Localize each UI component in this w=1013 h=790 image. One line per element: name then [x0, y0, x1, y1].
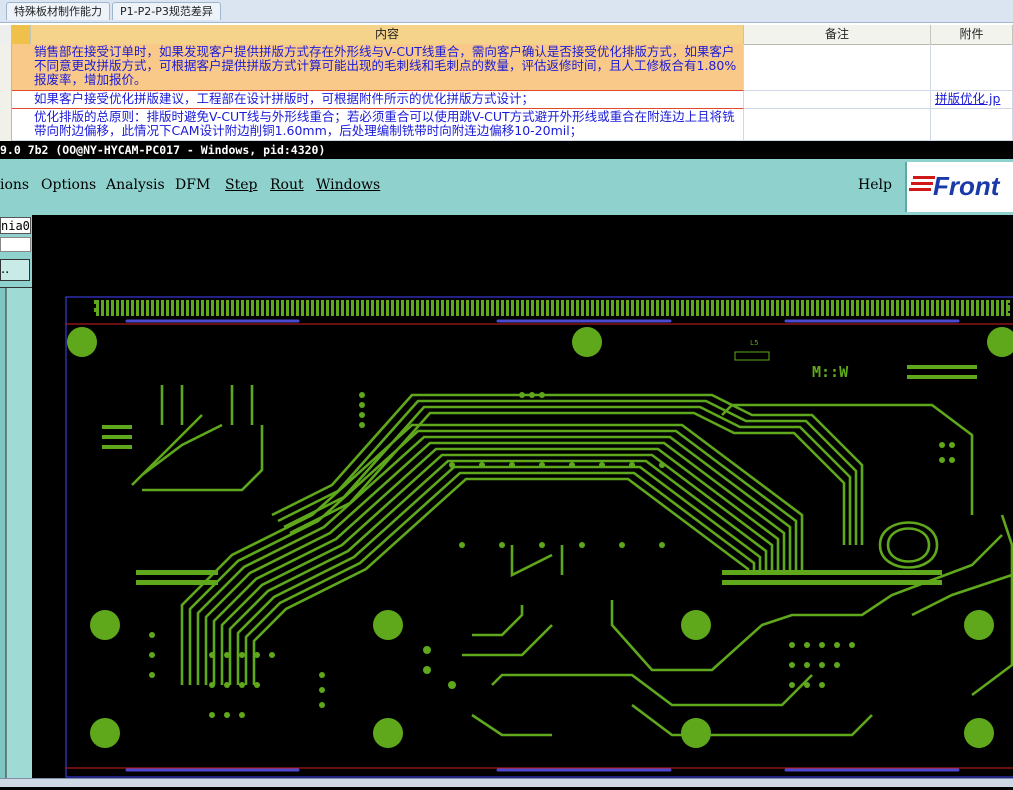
column-header-content[interactable]: 内容	[31, 25, 744, 44]
sheet-tab-bar: 特殊板材制作能力 P1-P2-P3规范差异	[0, 0, 1013, 23]
pcb-layer-view[interactable]: L5 M::W	[32, 215, 1013, 786]
column-header-remark[interactable]: 备注	[744, 25, 931, 44]
spreadsheet: 特殊板材制作能力 P1-P2-P3规范差异 内容 备注 附件 销售部在接受订单时…	[0, 0, 1013, 141]
menu-analysis[interactable]: Analysis	[106, 177, 165, 193]
layer-list-lines	[0, 288, 7, 778]
menu-step[interactable]: Step	[225, 177, 257, 193]
sheet-tab-special-boards[interactable]: 特殊板材制作能力	[6, 2, 110, 20]
select-all-corner[interactable]	[0, 25, 12, 44]
logo-text: Front	[933, 171, 1000, 201]
table-row[interactable]: 优化排版的总原则：排版时避免V-CUT线与外形线重合；若必须重合可以使用跳V-C…	[12, 109, 744, 141]
graphic-editor-canvas[interactable]: L5 M::W	[32, 215, 1013, 786]
window-title: 9.0 7b2 (OO@NY-HYCAM-PC017 - Windows, pi…	[0, 141, 1013, 159]
menu-bar: ions Options Analysis DFM Step Rout Wind…	[0, 159, 1013, 217]
table-row[interactable]: 如果客户接受优化拼版建议，工程部在设计拼版时，可根据附件所示的优化拼版方式设计；	[12, 91, 744, 109]
menu-windows[interactable]: Windows	[316, 177, 380, 193]
layer-list[interactable]	[0, 287, 32, 778]
attachment-link[interactable]: 拼版优化.jp	[931, 91, 1013, 109]
attachment-cell[interactable]	[931, 109, 1013, 141]
row-number-gutter	[0, 44, 12, 141]
column-header-attachment[interactable]: 附件	[931, 25, 1013, 44]
menu-dfm[interactable]: DFM	[175, 177, 210, 193]
step-field[interactable]	[0, 237, 31, 252]
table-row[interactable]: 销售部在接受订单时，如果发现客户提供拼版方式存在外形线与V-CUT线重合，需向客…	[12, 44, 744, 91]
frontline-logo: Front	[905, 162, 1013, 212]
remark-cell[interactable]	[744, 44, 931, 91]
tooling-holes	[67, 327, 1013, 748]
menu-help[interactable]: Help	[858, 177, 892, 193]
edge-strip-pads	[94, 300, 1010, 316]
menu-actions[interactable]: ions	[0, 177, 29, 193]
row-header-corner	[12, 25, 31, 44]
sheet-tab-p1-p2-p3[interactable]: P1-P2-P3规范差异	[112, 2, 221, 20]
attachment-link-text[interactable]: 拼版优化.jp	[935, 91, 1000, 106]
menu-rout[interactable]: Rout	[270, 177, 304, 193]
remark-cell[interactable]	[744, 91, 931, 109]
column-header-row: 内容 备注 附件	[0, 25, 1013, 45]
menu-options[interactable]: Options	[41, 177, 96, 193]
remark-cell[interactable]	[744, 109, 931, 141]
attachment-cell[interactable]	[931, 44, 1013, 91]
job-name-field[interactable]: nia0	[0, 217, 31, 234]
board-label-l5: L5	[750, 339, 758, 347]
board-outline	[65, 296, 1013, 778]
board-silk-text: M::W	[812, 363, 849, 381]
left-panel: nia0 ..	[0, 215, 32, 786]
browse-button[interactable]: ..	[0, 259, 30, 281]
trace-bus	[131, 385, 1013, 737]
